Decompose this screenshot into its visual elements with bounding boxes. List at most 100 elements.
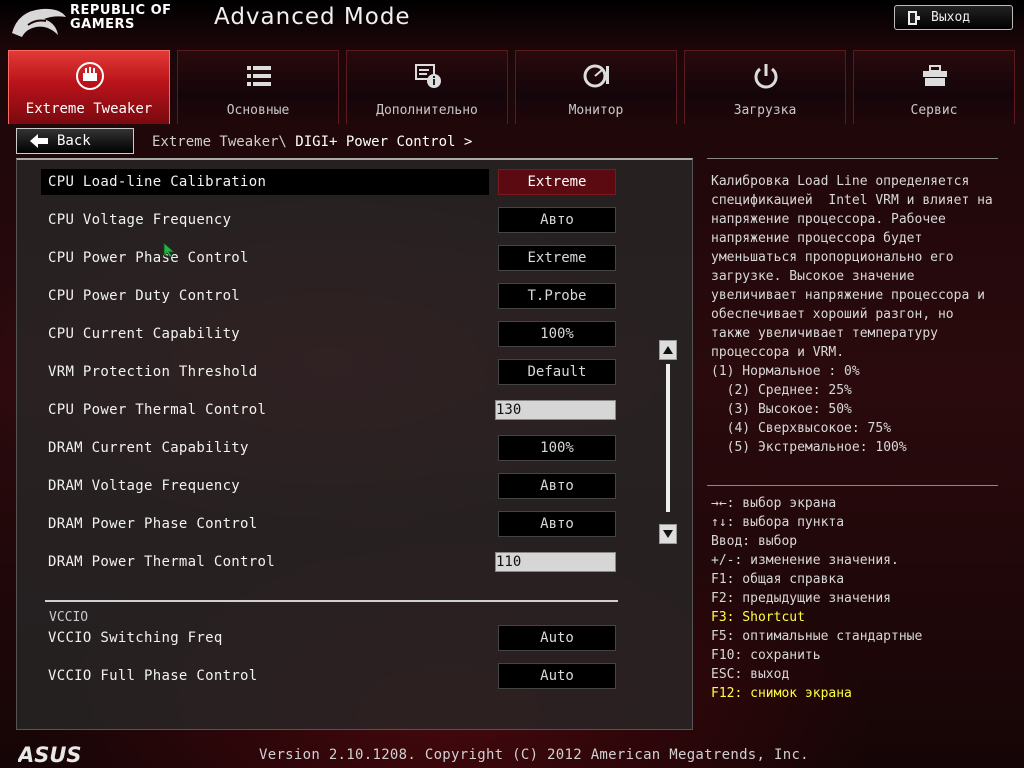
row-label-wrap: CPU Power Phase Control (41, 245, 489, 271)
setting-value[interactable]: Авто (498, 473, 616, 499)
tab-label: Основные (226, 103, 290, 118)
setting-value[interactable]: 100% (498, 435, 616, 461)
scroll-up-button[interactable] (659, 340, 677, 360)
tab-label: Extreme Tweaker (25, 101, 153, 117)
setting-row-cpu-power-phase[interactable]: CPU Power Phase Control Extreme (41, 245, 621, 271)
bios-screen: REPUBLIC OF GAMERS Advanced Mode Выход E… (0, 0, 1024, 768)
setting-label: CPU Power Duty Control (48, 288, 241, 304)
key-hint: F5: оптимальные стандартные (711, 629, 923, 644)
row-label-wrap: CPU Voltage Frequency (41, 207, 489, 233)
key-hint-shortcut[interactable]: F3: Shortcut (711, 608, 1001, 627)
setting-row-vccio-switching-freq[interactable]: VCCIO Switching Freq Auto (41, 625, 621, 651)
setting-label: DRAM Power Thermal Control (48, 554, 275, 570)
row-label-wrap: CPU Load-line Calibration (41, 169, 489, 195)
setting-row-vrm-protection[interactable]: VRM Protection Threshold Default (41, 359, 621, 385)
key-hint: ↑↓: выбора пункта (711, 515, 845, 530)
setting-row-dram-power-phase[interactable]: DRAM Power Phase Control Авто (41, 511, 621, 537)
breadcrumb-current: DIGI+ Power Control > (295, 134, 473, 150)
exit-button[interactable]: Выход (894, 5, 1013, 30)
scroll-down-arrow-icon (663, 530, 673, 538)
brand-line-1: REPUBLIC OF (70, 3, 172, 18)
setting-label: VCCIO Switching Freq (48, 630, 223, 646)
setting-label: VCCIO Full Phase Control (48, 668, 258, 684)
setting-label: DRAM Voltage Frequency (48, 478, 241, 494)
tab-extreme-tweaker[interactable]: Extreme Tweaker (8, 50, 170, 124)
setting-value[interactable]: Авто (498, 207, 616, 233)
setting-value[interactable]: T.Probe (498, 283, 616, 309)
row-label-wrap: VCCIO Switching Freq (41, 625, 489, 651)
scroll-down-button[interactable] (659, 524, 677, 544)
brand-line-2: GAMERS (70, 17, 135, 32)
help-divider-top (707, 158, 998, 159)
asus-logo-text: ASUS (18, 744, 82, 764)
setting-value[interactable]: Авто (498, 511, 616, 537)
section-divider (45, 600, 618, 602)
rog-logo-icon (12, 8, 66, 37)
tab-boot[interactable]: Загрузка (684, 50, 846, 124)
brand-text: REPUBLIC OF GAMERS (70, 4, 190, 32)
tab-label: Монитор (568, 103, 624, 118)
row-label-wrap: CPU Power Duty Control (41, 283, 489, 309)
setting-label: CPU Load-line Calibration (48, 174, 267, 190)
setting-value[interactable]: 100% (498, 321, 616, 347)
setting-value[interactable]: Auto (498, 663, 616, 689)
setting-row-dram-power-thermal[interactable]: DRAM Power Thermal Control 110 (41, 549, 621, 575)
setting-label: VRM Protection Threshold (48, 364, 258, 380)
row-label-wrap: CPU Current Capability (41, 321, 489, 347)
scroll-up-arrow-icon (663, 346, 673, 354)
setting-label: DRAM Current Capability (48, 440, 249, 456)
setting-row-dram-current-capability[interactable]: DRAM Current Capability 100% (41, 435, 621, 461)
settings-panel: CPU Load-line Calibration Extreme CPU Vo… (16, 158, 693, 730)
setting-row-vccio-full-phase[interactable]: VCCIO Full Phase Control Auto (41, 663, 621, 689)
setting-label: CPU Voltage Frequency (48, 212, 232, 228)
setting-row-cpu-llc[interactable]: CPU Load-line Calibration Extreme (41, 169, 621, 195)
setting-input[interactable]: 130 (495, 400, 616, 420)
key-hint: F1: общая справка (711, 572, 845, 587)
section-title: VCCIO (49, 610, 89, 625)
tab-label: Дополнительно (376, 103, 478, 118)
setting-row-cpu-current-capability[interactable]: CPU Current Capability 100% (41, 321, 621, 347)
exit-label: Выход (931, 10, 971, 25)
back-label: Back (57, 133, 91, 149)
key-hint: F2: предыдущие значения (711, 591, 892, 606)
setting-value[interactable]: Extreme (498, 169, 616, 195)
back-button[interactable]: Back (16, 128, 134, 154)
tab-label: Загрузка (733, 103, 797, 118)
row-label-wrap: DRAM Voltage Frequency (41, 473, 489, 499)
advanced-info-icon (415, 64, 441, 88)
setting-label: DRAM Power Phase Control (48, 516, 258, 532)
key-hint: →←: выбор экрана (711, 496, 837, 511)
tab-monitor[interactable]: Монитор (515, 50, 677, 124)
breadcrumb-parent[interactable]: Extreme Tweaker\ (152, 134, 287, 150)
row-label-wrap: DRAM Current Capability (41, 435, 489, 461)
monitor-gauge-icon (583, 64, 609, 88)
key-legend: →←: выбор экрана ↑↓: выбора пункта Ввод:… (711, 494, 1001, 703)
tab-tools[interactable]: Сервис (853, 50, 1015, 124)
tab-advanced[interactable]: Дополнительно (346, 50, 508, 124)
row-label-wrap: DRAM Power Thermal Control (41, 549, 489, 575)
setting-row-cpu-power-duty[interactable]: CPU Power Duty Control T.Probe (41, 283, 621, 309)
setting-value[interactable]: Extreme (498, 245, 616, 271)
help-divider-mid (707, 485, 998, 486)
page-title: Advanced Mode (214, 4, 411, 30)
asus-logo-icon: ASUS (18, 744, 82, 764)
setting-label: CPU Power Thermal Control (48, 402, 267, 418)
help-panel: Калибровка Load Line определяется специф… (707, 158, 998, 730)
exit-door-icon (908, 10, 920, 25)
key-hint: F10: сохранить (711, 648, 821, 663)
scrollbar-track[interactable] (666, 364, 670, 512)
setting-label: CPU Current Capability (48, 326, 241, 342)
breadcrumb-bar: Back Extreme Tweaker\ DIGI+ Power Contro… (0, 124, 1024, 158)
setting-value[interactable]: Default (498, 359, 616, 385)
extreme-tweaker-icon (76, 62, 104, 90)
key-hint-screenshot[interactable]: F12: снимок экрана (711, 684, 1001, 703)
breadcrumb: Extreme Tweaker\ DIGI+ Power Control > (152, 134, 472, 150)
setting-row-dram-voltage-frequency[interactable]: DRAM Voltage Frequency Авто (41, 473, 621, 499)
setting-row-cpu-voltage-frequency[interactable]: CPU Voltage Frequency Авто (41, 207, 621, 233)
tab-main[interactable]: Основные (177, 50, 339, 124)
setting-input[interactable]: 110 (495, 552, 616, 572)
setting-label: CPU Power Phase Control (48, 250, 249, 266)
setting-row-cpu-power-thermal[interactable]: CPU Power Thermal Control 130 (41, 397, 621, 423)
main-list-icon (247, 66, 271, 86)
setting-value[interactable]: Auto (498, 625, 616, 651)
